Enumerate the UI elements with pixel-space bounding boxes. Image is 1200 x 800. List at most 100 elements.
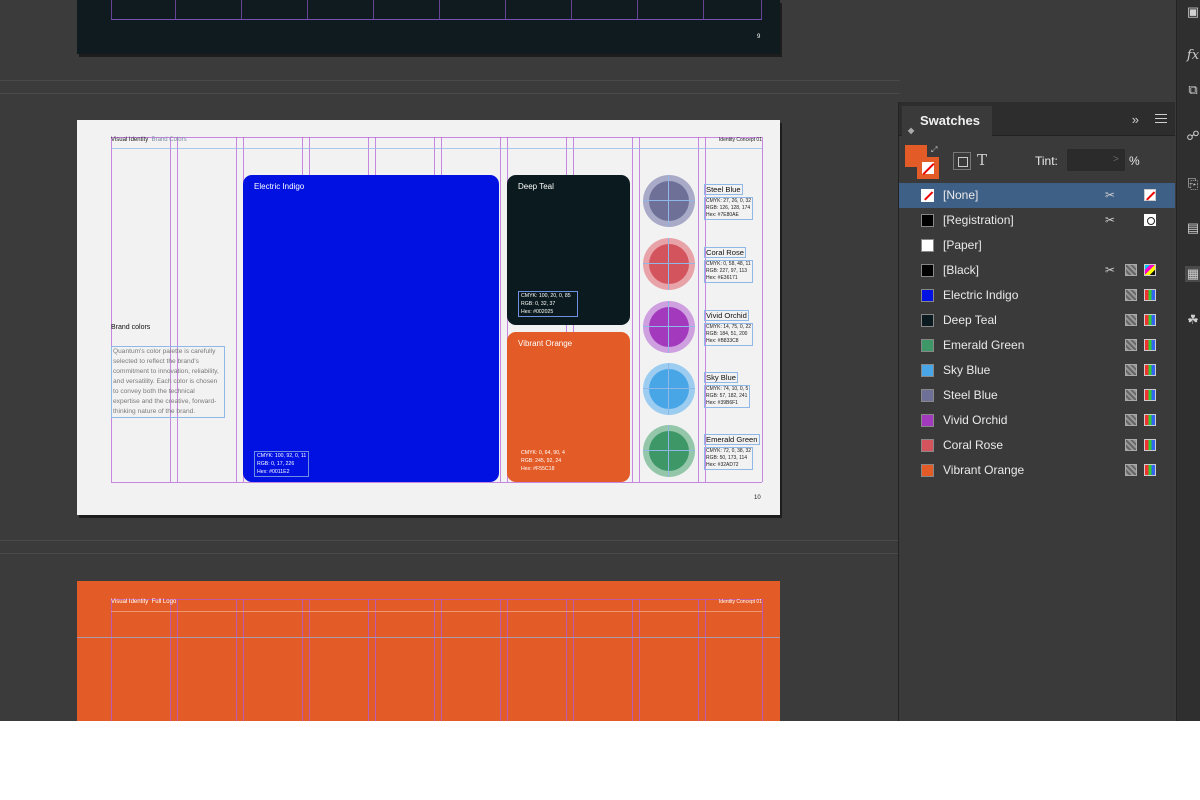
swatch-row-vivid-orchid[interactable]: Vivid Orchid [899, 408, 1175, 433]
swatch-circle-emerald-green[interactable] [643, 425, 695, 477]
color-card-deep-teal[interactable]: Deep Teal CMYK: 100, 20, 0, 85 RGB: 0, 3… [507, 175, 630, 325]
page-number: 9 [757, 34, 761, 40]
process-color-icon [1125, 314, 1137, 326]
swatch-chip [921, 264, 934, 277]
panel-grip-icon[interactable]: ◆ [908, 116, 914, 146]
circle-specs[interactable]: CMYK: 14, 75, 0, 22 RGB: 184, 51, 200 He… [704, 323, 754, 346]
hex-value: Hex: #39B6F1 [706, 400, 738, 406]
pasteboard-divider [0, 553, 900, 554]
process-color-icon [1125, 464, 1137, 476]
rgb-mode-icon [1144, 339, 1156, 351]
header-section: Brand Colors [151, 137, 187, 143]
swatch-circle-sky-blue[interactable] [643, 363, 695, 415]
swatch-row-electric-indigo[interactable]: Electric Indigo [899, 283, 1175, 308]
swatch-row-deep-teal[interactable]: Deep Teal [899, 308, 1175, 333]
effects-icon[interactable]: fx [1185, 48, 1200, 64]
guide-line [762, 599, 763, 721]
pages-icon[interactable]: ⎘ [1185, 176, 1200, 192]
decoration [924, 191, 933, 201]
rgb-mode-icon [1144, 364, 1156, 376]
page-11[interactable]: Visual Identity Full Logo Identity Conce… [77, 581, 780, 721]
selection-crosshair [668, 238, 669, 290]
swatch-row-emerald-green[interactable]: Emerald Green [899, 333, 1175, 358]
guide-line [309, 599, 310, 721]
tint-slider-arrow-icon[interactable]: > [1113, 154, 1119, 165]
running-header: Visual Identity Brand Colors [111, 137, 187, 143]
stroke-swatch[interactable] [917, 157, 939, 179]
swatch-list: [None] ✂ [Registration] ✂ [Paper] [Black… [899, 183, 1175, 483]
section-description[interactable]: Quantum's color palette is carefully sel… [111, 346, 225, 418]
not-editable-icon: ✂ [1105, 213, 1116, 227]
swatch-row-paper[interactable]: [Paper] [899, 233, 1175, 258]
panel-menu-icon[interactable] [1155, 114, 1167, 123]
cmyk-mode-icon [1144, 264, 1156, 276]
circle-specs[interactable]: CMYK: 74, 10, 0, 5 RGB: 57, 182, 241 Hex… [704, 385, 751, 408]
process-color-icon [1125, 339, 1137, 351]
circle-label[interactable]: Steel Blue [704, 184, 743, 195]
page-9[interactable]: 9 [77, 0, 780, 54]
swatch-row-registration[interactable]: [Registration] ✂ [899, 208, 1175, 233]
guide-line [111, 19, 762, 20]
guide-line [368, 599, 369, 721]
hex-value: Hex: #B833C8 [706, 338, 739, 344]
color-card-electric-indigo[interactable]: Electric Indigo CMYK: 100, 92, 0, 11 RGB… [243, 175, 499, 482]
guide-line [170, 137, 171, 482]
swatch-chip [921, 414, 934, 427]
guide-line [111, 0, 112, 20]
swatch-row-coral-rose[interactable]: Coral Rose [899, 433, 1175, 458]
formatting-container-button[interactable] [953, 152, 971, 170]
swatch-chip [921, 439, 934, 452]
color-card-vibrant-orange[interactable]: Vibrant Orange CMYK: 0, 64, 90, 4 RGB: 2… [507, 332, 630, 482]
rgb-value: RGB: 0, 32, 37 [521, 301, 556, 307]
swatch-row-black[interactable]: [Black] ✂ [899, 258, 1175, 283]
swatch-circle-steel-blue[interactable] [643, 175, 695, 227]
page-10[interactable]: Visual Identity Brand Colors Identity Co… [77, 120, 780, 515]
color-icon[interactable]: ☘ [1185, 312, 1200, 328]
running-header: Visual Identity Full Logo [111, 599, 176, 605]
formatting-text-icon[interactable]: T [977, 151, 987, 169]
not-editable-icon: ✂ [1105, 188, 1116, 202]
circle-label[interactable]: Emerald Green [704, 434, 760, 445]
swatch-chip [921, 314, 934, 327]
swatch-row-vibrant-orange[interactable]: Vibrant Orange [899, 458, 1175, 483]
circle-specs[interactable]: CMYK: 27, 26, 0, 32 RGB: 126, 128, 174 H… [704, 197, 754, 220]
guide-line [507, 599, 508, 721]
circle-specs[interactable]: CMYK: 72, 0, 38, 32 RGB: 50, 173, 114 He… [704, 447, 754, 470]
cmyk-value: CMYK: 27, 26, 0, 32 [706, 198, 752, 204]
panel-dock-strip: ▣ fx ⧉ ☍ ⎘ ▤ ▦ ☘ [1176, 0, 1200, 721]
page-number: 10 [754, 495, 761, 501]
swatch-row-sky-blue[interactable]: Sky Blue [899, 358, 1175, 383]
guide-line [177, 137, 178, 482]
export-icon[interactable]: ▣ [1185, 4, 1200, 20]
process-color-icon [1125, 264, 1137, 276]
swatch-row-steel-blue[interactable]: Steel Blue [899, 383, 1175, 408]
blank-area [0, 721, 1200, 800]
circle-label[interactable]: Coral Rose [704, 247, 746, 258]
swatch-chip [921, 464, 934, 477]
panel-title: Swatches [920, 113, 980, 128]
guide-line [632, 137, 633, 482]
fill-stroke-selector[interactable]: ⤢ [905, 145, 941, 179]
guide-line [505, 0, 506, 20]
links-icon[interactable]: ⧉ [1185, 82, 1200, 98]
section-title[interactable]: Brand colors [111, 324, 150, 331]
selection-crosshair [643, 200, 695, 201]
swatch-circle-vivid-orchid[interactable] [643, 301, 695, 353]
swatch-chip [921, 364, 934, 377]
guide-line [111, 148, 762, 149]
guide-line [111, 482, 762, 483]
circle-fill [649, 307, 689, 347]
tab-swatches[interactable]: ◆ Swatches [902, 106, 992, 136]
circle-specs[interactable]: CMYK: 0, 58, 48, 11 RGB: 227, 97, 113 He… [704, 260, 753, 283]
collapse-panel-icon[interactable]: » [1132, 112, 1139, 127]
swatch-circle-coral-rose[interactable] [643, 238, 695, 290]
layers-icon[interactable]: ☍ [1185, 128, 1200, 144]
swatch-row-none[interactable]: [None] ✂ [899, 183, 1175, 208]
cc-libraries-icon[interactable]: ▤ [1185, 220, 1200, 236]
swatches-icon[interactable]: ▦ [1185, 266, 1200, 282]
circle-label[interactable]: Vivid Orchid [704, 310, 749, 321]
guide-line [573, 599, 574, 721]
guide-line [698, 599, 699, 721]
circle-label[interactable]: Sky Blue [704, 372, 738, 383]
swap-fill-stroke-icon[interactable]: ⤢ [931, 145, 937, 155]
